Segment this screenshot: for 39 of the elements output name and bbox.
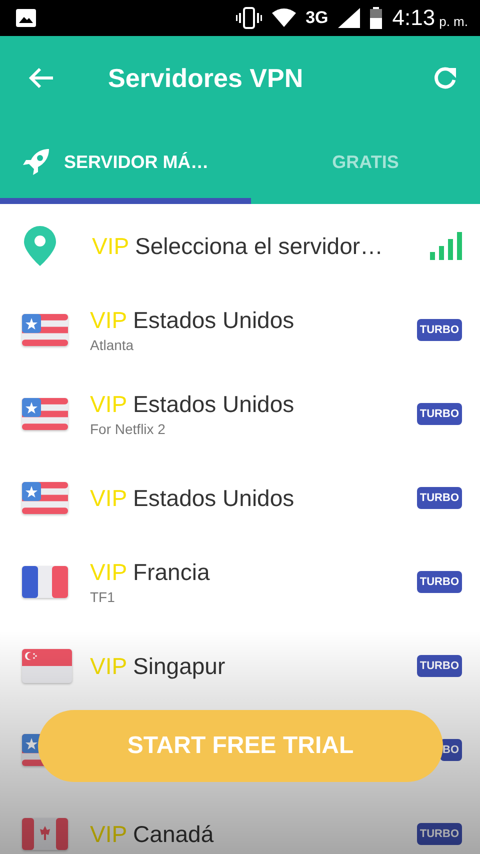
signal-icon bbox=[338, 8, 360, 28]
turbo-badge: TURBO bbox=[416, 571, 462, 593]
flag-icon bbox=[22, 649, 72, 683]
server-name: VIP Estados Unidos bbox=[90, 391, 296, 418]
clock-period: p. m. bbox=[439, 14, 468, 28]
flag-icon bbox=[22, 818, 68, 850]
server-location: Atlanta bbox=[90, 337, 135, 353]
flag-icon bbox=[22, 398, 68, 430]
server-name: VIP Estados Unidos bbox=[90, 307, 296, 334]
image-icon bbox=[16, 9, 36, 27]
rocket-icon bbox=[22, 148, 50, 176]
turbo-badge: TURBO bbox=[416, 655, 462, 677]
refresh-icon[interactable] bbox=[432, 65, 458, 91]
back-icon[interactable] bbox=[28, 67, 54, 89]
turbo-badge: TURBO bbox=[416, 823, 462, 845]
server-name: VIP Canadá bbox=[90, 820, 215, 848]
turbo-badge: TURBO bbox=[416, 403, 462, 425]
server-name: VIP Selecciona el servidor… bbox=[92, 232, 384, 260]
location-pin-icon bbox=[24, 226, 56, 266]
turbo-badge: TURBO bbox=[416, 487, 462, 509]
flag-icon bbox=[22, 482, 68, 514]
network-type: 3G bbox=[306, 8, 328, 28]
wifi-icon bbox=[272, 8, 296, 28]
server-location: For Netflix 2 bbox=[90, 421, 166, 437]
server-location: TF1 bbox=[90, 589, 116, 605]
battery-icon bbox=[370, 7, 382, 29]
flag-icon bbox=[22, 314, 68, 346]
tab[interactable]: SERVIDOR MÁ… bbox=[0, 120, 251, 204]
tab[interactable]: GRATIS bbox=[251, 120, 480, 204]
clock-time: 4:13 bbox=[392, 5, 436, 31]
screen-title: Servidores VPN bbox=[108, 62, 304, 94]
vibrate-icon bbox=[236, 7, 262, 29]
server-name: VIP Francia bbox=[90, 559, 211, 586]
start-trial-button[interactable]: START FREE TRIAL bbox=[38, 710, 443, 782]
turbo-badge: TURBO bbox=[416, 319, 462, 341]
server-name: VIP Singapur bbox=[90, 652, 226, 680]
flag-icon bbox=[22, 566, 68, 598]
signal-strength-icon bbox=[430, 232, 462, 260]
server-name: VIP Estados Unidos bbox=[90, 484, 296, 512]
